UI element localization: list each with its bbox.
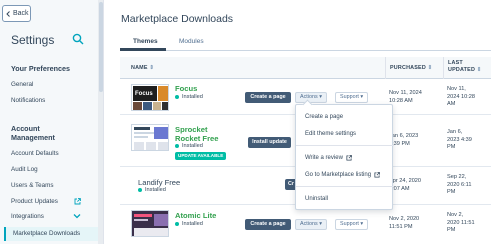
status-dot-icon: [175, 144, 179, 148]
column-header-last-updated[interactable]: LAST UPDATED ⇕: [448, 60, 481, 74]
section-heading-preferences: Your Preferences: [11, 64, 70, 73]
active-tab-indicator: [120, 48, 166, 51]
caret-down-icon: ▾: [360, 221, 364, 227]
last-updated-date: Jan 6, 2023 4:39 PM: [447, 129, 472, 150]
sidebar-item-notifications[interactable]: Notifications: [11, 97, 45, 104]
last-updated-date: Nov 11, 2024 10:28 AM: [447, 86, 475, 107]
menu-item-marketplace-listing[interactable]: Go to Marketplace listing: [305, 172, 380, 178]
install-update-button[interactable]: Install update: [248, 137, 291, 148]
section-heading-account-line2: Management: [11, 133, 55, 142]
sidebar-item-users-teams[interactable]: Users & Teams: [11, 182, 54, 189]
menu-item-write-review[interactable]: Write a review: [305, 155, 352, 161]
theme-thumbnail-sprocket-rocket[interactable]: [131, 124, 169, 151]
column-divider: [443, 57, 444, 79]
column-header-purchased[interactable]: PURCHASED ⇕: [390, 65, 432, 71]
support-dropdown-button[interactable]: Support ▾: [335, 92, 369, 103]
create-page-button[interactable]: Create a page: [245, 219, 291, 230]
theme-name-landify-free: Landify Free: [138, 178, 181, 187]
sidebar-item-audit-log[interactable]: Audit Log: [11, 166, 38, 173]
last-updated-date: Sep 22, 2020 6:11 PM: [447, 174, 472, 195]
sidebar-title: Settings: [11, 33, 55, 47]
theme-name-atomic-lite[interactable]: Atomic Lite: [175, 211, 216, 220]
column-divider: [385, 57, 386, 79]
actions-dropdown-button[interactable]: Actions ▾: [295, 92, 327, 103]
svg-text:Focus: Focus: [135, 91, 153, 97]
back-button[interactable]: Back: [2, 5, 31, 22]
chevron-down-icon[interactable]: [73, 213, 81, 219]
sort-icon: ⇕: [476, 67, 482, 73]
sidebar-item-product-updates[interactable]: Product Updates: [11, 198, 58, 205]
update-available-badge: UPDATE AVAILABLE: [175, 152, 227, 160]
theme-name-sprocket-rocket[interactable]: Sprocket Rocket Free: [175, 125, 218, 143]
theme-thumbnail-atomic-lite[interactable]: [131, 210, 169, 237]
search-icon[interactable]: [72, 33, 84, 45]
actions-dropdown-menu: Create a page Edit theme settings Write …: [295, 104, 394, 210]
support-dropdown-button[interactable]: Support ▾: [335, 219, 369, 230]
back-label: Back: [13, 10, 29, 17]
theme-thumbnail-focus[interactable]: Focus: [131, 84, 169, 111]
status-dot-icon: [175, 95, 179, 99]
caret-down-icon: ▾: [319, 221, 322, 227]
status-installed: Installed: [175, 143, 203, 149]
sidebar-item-general[interactable]: General: [11, 81, 33, 88]
menu-item-uninstall[interactable]: Uninstall: [305, 196, 328, 202]
sort-icon: ⇕: [149, 65, 155, 71]
tabs-divider: [120, 50, 491, 51]
purchased-date: Nov 11, 2024 10:28 AM: [389, 90, 422, 104]
external-link-icon: [74, 198, 81, 205]
last-updated-date: Nov 2, 2020 11:51 PM: [447, 212, 475, 233]
menu-item-edit-theme-settings[interactable]: Edit theme settings: [305, 131, 356, 137]
settings-sidebar: Back Settings Your Preferences General N…: [0, 0, 104, 244]
sidebar-item-marketplace-downloads[interactable]: Marketplace Downloads: [4, 227, 102, 241]
create-page-button[interactable]: Create a page: [245, 92, 291, 103]
menu-divider: [296, 145, 394, 146]
sidebar-item-integrations[interactable]: Integrations: [11, 213, 44, 220]
menu-divider: [296, 186, 394, 187]
theme-name-focus[interactable]: Focus: [175, 84, 197, 93]
menu-item-create-page[interactable]: Create a page: [305, 114, 343, 120]
page-title: Marketplace Downloads: [121, 13, 234, 25]
sidebar-scrollbar-thumb[interactable]: [99, 2, 103, 92]
tab-modules[interactable]: Modules: [179, 38, 204, 45]
actions-dropdown-button[interactable]: Actions ▾: [295, 219, 327, 230]
caret-down-icon: ▾: [319, 94, 322, 100]
main-content: Marketplace Downloads Themes Modules NAM…: [105, 0, 491, 244]
status-installed: Installed: [175, 94, 203, 100]
purchased-date: Nov 2, 2020 11:51 PM: [389, 216, 420, 230]
sort-icon: ⇕: [427, 65, 433, 71]
status-installed: Installed: [138, 187, 166, 193]
external-link-icon: [374, 172, 380, 178]
sidebar-item-account-defaults[interactable]: Account Defaults: [11, 150, 59, 157]
column-header-name[interactable]: NAME ⇕: [131, 65, 154, 71]
chevron-left-icon: [6, 10, 10, 17]
table-header: NAME ⇕ PURCHASED ⇕ LAST UPDATED ⇕: [120, 57, 491, 79]
status-dot-icon: [138, 188, 142, 192]
status-installed: Installed: [175, 221, 203, 227]
external-link-icon: [346, 155, 352, 161]
tab-themes[interactable]: Themes: [133, 38, 158, 45]
status-dot-icon: [175, 222, 179, 226]
caret-down-icon: ▾: [360, 94, 364, 100]
